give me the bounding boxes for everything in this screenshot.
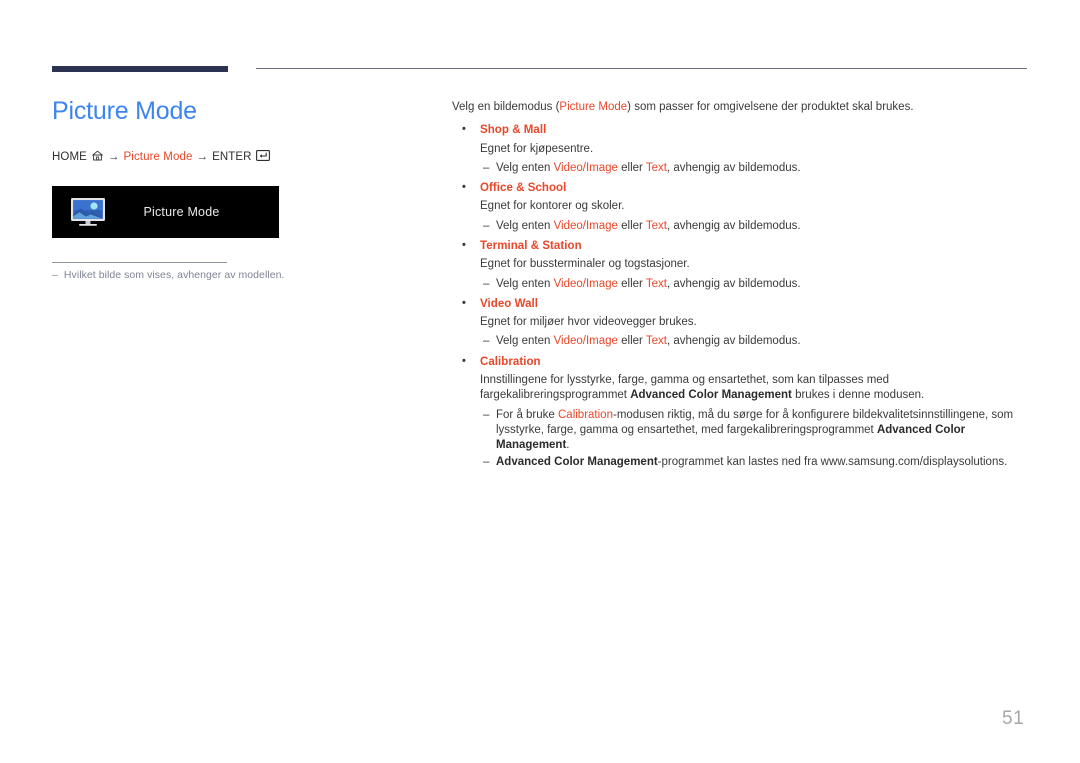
left-column: Picture Mode HOME → Picture Mode → ENTER xyxy=(52,96,412,164)
page-number: 51 xyxy=(1002,708,1025,729)
mode-name: Video Wall xyxy=(452,296,1028,312)
enter-key-icon xyxy=(255,150,270,164)
breadcrumb-middle-label: Picture Mode xyxy=(123,151,193,163)
sub-a1: Video/Image xyxy=(553,161,618,174)
sub-a2: Text xyxy=(645,219,667,232)
breadcrumb-home-label: HOME xyxy=(52,151,87,163)
sub-a2: Text xyxy=(645,161,667,174)
model-note: – Hvilket bilde som vises, avhenger av mo… xyxy=(52,269,284,281)
mode-description: Egnet for kjøpesentre. xyxy=(480,142,594,155)
mode-description: Egnet for kontorer og skoler. xyxy=(480,200,625,213)
list-item: Video Wall Egnet for miljøer hvor videov… xyxy=(452,296,1028,350)
cal-note2-b1: Advanced Color Management xyxy=(496,456,658,469)
page-title: Picture Mode xyxy=(52,97,197,125)
list-item: Terminal & Station Egnet for busstermina… xyxy=(452,238,1028,293)
intro-accent: Picture Mode xyxy=(559,101,628,113)
device-preview-box: Picture Mode xyxy=(52,186,279,238)
mode-description: Egnet for miljøer hvor videovegger bruke… xyxy=(480,316,697,329)
breadcrumb-arrow-2: → xyxy=(196,151,209,163)
mode-list: Shop & Mall Egnet for kjøpesentre. Velg … xyxy=(452,122,1028,471)
main-content: Velg en bildemodus (Picture Mode) som pa… xyxy=(452,100,1028,476)
list-item: Velg enten Video/Image eller Text, avhen… xyxy=(452,334,1028,350)
sub-t2: eller xyxy=(617,277,646,290)
mode-description: Egnet for bussterminaler og togstasjoner… xyxy=(480,258,690,271)
cal-note2-t2: -programmet kan lastes ned fra www.samsu… xyxy=(657,456,1008,469)
intro-paragraph: Velg en bildemodus (Picture Mode) som pa… xyxy=(452,100,1028,115)
list-item: Shop & Mall Egnet for kjøpesentre. Velg … xyxy=(452,122,1028,177)
mode-name: Shop & Mall xyxy=(452,122,1028,138)
note-dash: – xyxy=(52,269,58,281)
sub-t2: eller xyxy=(617,161,646,174)
sub-t3: , avhengig av bildemodus. xyxy=(666,335,801,348)
calibration-notes: For å bruke Calibration-modusen riktig, … xyxy=(452,408,1028,471)
mode-sub-list: Velg enten Video/Image eller Text, avhen… xyxy=(452,277,1028,293)
intro-after: ) som passer for omgivelsene der produkt… xyxy=(627,101,914,113)
mode-sub-list: Velg enten Video/Image eller Text, avhen… xyxy=(452,334,1028,350)
header-accent-bar xyxy=(52,66,228,72)
list-item: Advanced Color Management-programmet kan… xyxy=(452,455,1028,471)
cal-desc-part2: brukes i denne modusen. xyxy=(791,389,925,402)
mode-name: Terminal & Station xyxy=(452,238,1028,254)
list-item: Calibration Innstillingene for lysstyrke… xyxy=(452,354,1028,471)
device-preview-label: Picture Mode xyxy=(143,205,220,219)
sub-t2: eller xyxy=(617,335,646,348)
sub-t1: Velg enten xyxy=(496,219,554,232)
sub-t3: , avhengig av bildemodus. xyxy=(666,161,801,174)
cal-note1-t1: For å bruke xyxy=(496,408,558,421)
list-item: Velg enten Video/Image eller Text, avhen… xyxy=(452,277,1028,293)
list-item: Office & School Egnet for kontorer og sk… xyxy=(452,180,1028,235)
mode-name: Calibration xyxy=(452,354,1028,370)
sub-a1: Video/Image xyxy=(553,277,618,290)
header-rule-line xyxy=(256,68,1027,69)
intro-before: Velg en bildemodus ( xyxy=(452,101,560,113)
home-icon xyxy=(91,150,104,164)
sub-a1: Video/Image xyxy=(553,219,618,232)
mode-sub-list: Velg enten Video/Image eller Text, avhen… xyxy=(452,161,1028,177)
sub-a2: Text xyxy=(645,335,667,348)
cal-note1-t3: . xyxy=(566,439,570,452)
list-item: Velg enten Video/Image eller Text, avhen… xyxy=(452,161,1028,177)
sub-t3: , avhengig av bildemodus. xyxy=(666,219,801,232)
breadcrumb-enter-label: ENTER xyxy=(212,151,252,163)
note-divider xyxy=(52,262,227,263)
sub-t1: Velg enten xyxy=(496,277,554,290)
mode-name: Office & School xyxy=(452,180,1028,196)
note-text: Hvilket bilde som vises, avhenger av mod… xyxy=(63,269,285,281)
sub-a2: Text xyxy=(645,277,667,290)
sub-t2: eller xyxy=(617,219,646,232)
breadcrumb-arrow-1: → xyxy=(107,151,120,163)
sub-t3: , avhengig av bildemodus. xyxy=(666,277,801,290)
list-item: For å bruke Calibration-modusen riktig, … xyxy=(452,408,1028,454)
sub-a1: Video/Image xyxy=(553,335,618,348)
breadcrumb: HOME → Picture Mode → ENTER xyxy=(52,150,412,164)
monitor-picture-icon xyxy=(70,197,106,227)
mode-sub-list: Velg enten Video/Image eller Text, avhen… xyxy=(452,219,1028,235)
list-item: Velg enten Video/Image eller Text, avhen… xyxy=(452,219,1028,235)
sub-t1: Velg enten xyxy=(496,335,554,348)
mode-description: Innstillingene for lysstyrke, farge, gam… xyxy=(452,373,1028,404)
sub-t1: Velg enten xyxy=(496,161,554,174)
cal-note1-a1: Calibration xyxy=(558,408,613,421)
cal-desc-bold: Advanced Color Management xyxy=(630,389,792,402)
